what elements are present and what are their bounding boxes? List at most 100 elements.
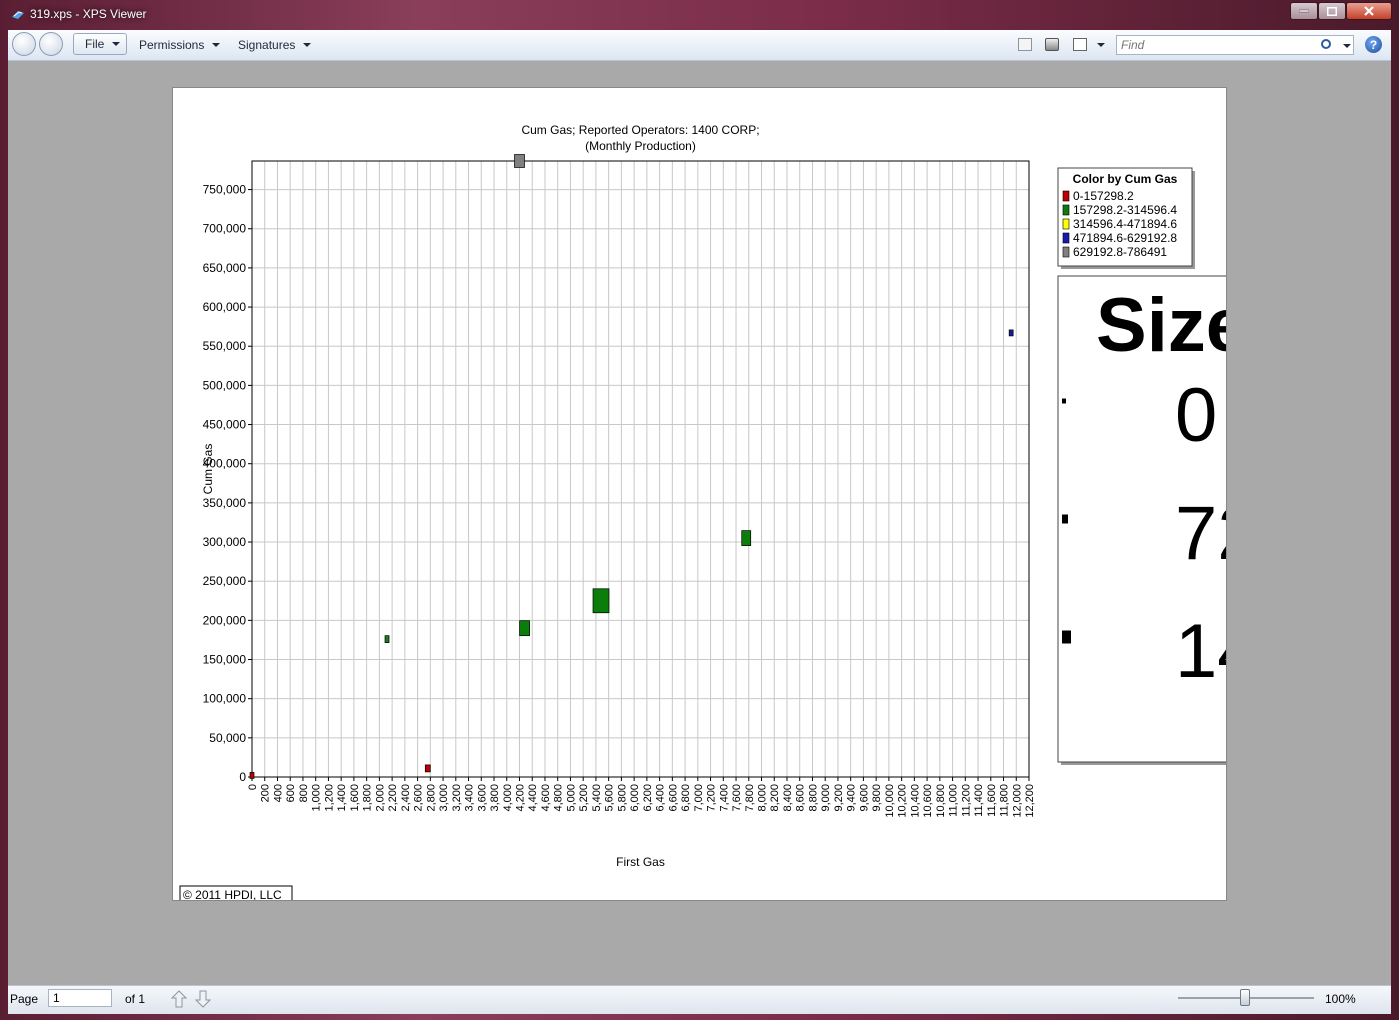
chart-subtitle: (Monthly Production) <box>585 139 696 153</box>
x-tick-label: 0 <box>247 784 259 790</box>
x-tick-label: 10,800 <box>935 784 947 818</box>
legend-item-label: 629192.8-786491 <box>1073 245 1167 259</box>
page-number-input[interactable] <box>48 989 112 1007</box>
chevron-down-icon <box>303 43 312 47</box>
x-tick-label: 3,000 <box>438 784 450 812</box>
x-tick-label: 8,400 <box>782 784 794 812</box>
x-tick-label: 5,600 <box>604 784 616 812</box>
x-tick-label: 9,400 <box>846 784 858 812</box>
document-area[interactable]: Cum Gas; Reported Operators: 1400 CORP; (… <box>8 61 1391 985</box>
maximize-button[interactable] <box>1318 2 1346 20</box>
x-tick-label: 7,800 <box>744 784 756 812</box>
signatures-menu-label: Signatures <box>238 38 296 52</box>
chevron-down-icon[interactable] <box>1097 43 1105 47</box>
zoom-slider-thumb[interactable] <box>1240 989 1250 1006</box>
x-tick-label: 7,400 <box>718 784 730 812</box>
x-tick-label: 6,000 <box>629 784 641 812</box>
x-tick-label: 1,200 <box>323 784 335 812</box>
x-tick-label: 3,200 <box>451 784 463 812</box>
x-tick-label: 7,200 <box>706 784 718 812</box>
size-legend-title: Size <box>1096 283 1227 368</box>
arrow-up-icon[interactable] <box>171 990 187 1008</box>
x-tick-label: 7,600 <box>731 784 743 812</box>
x-tick-label: 5,800 <box>616 784 628 812</box>
y-tick-label: 650,000 <box>203 261 247 275</box>
x-tick-label: 200 <box>260 784 272 802</box>
data-point <box>519 620 530 637</box>
x-tick-label: 6,800 <box>680 784 692 812</box>
y-tick-label: 350,000 <box>203 496 247 510</box>
title-bar[interactable]: 319.xps - XPS Viewer <box>0 0 1399 30</box>
y-tick-label: 0 <box>239 770 246 784</box>
size-legend-marker <box>1062 398 1066 404</box>
x-tick-label: 400 <box>272 784 284 802</box>
legend-swatch <box>1062 232 1070 244</box>
x-tick-label: 8,600 <box>795 784 807 812</box>
x-tick-label: 11,400 <box>973 784 985 817</box>
y-tick-label: 550,000 <box>203 339 247 353</box>
close-button[interactable] <box>1346 2 1392 20</box>
zoom-icon[interactable] <box>1073 38 1087 51</box>
data-point <box>592 588 610 614</box>
help-icon[interactable]: ? <box>1365 36 1382 53</box>
x-tick-label: 4,800 <box>553 784 565 812</box>
x-tick-label: 2,600 <box>413 784 425 812</box>
size-legend-label: 72 <box>1175 491 1227 576</box>
status-bar: Page of 1 100% <box>8 985 1391 1014</box>
x-tick-label: 10,200 <box>897 784 909 818</box>
x-tick-label: 10,400 <box>909 784 921 818</box>
x-tick-label: 9,200 <box>833 784 845 812</box>
legend-item-label: 0-157298.2 <box>1073 189 1134 203</box>
help-label: ? <box>1369 37 1378 52</box>
x-tick-label: 6,400 <box>655 784 667 812</box>
data-point <box>424 764 431 773</box>
x-tick-label: 12,200 <box>1024 784 1036 818</box>
x-tick-label: 1,000 <box>311 784 323 812</box>
toolbar: File Permissions Signatures ? <box>8 30 1391 61</box>
find-input[interactable] <box>1121 38 1311 52</box>
x-tick-label: 8,200 <box>769 784 781 812</box>
size-legend-marker <box>1062 630 1071 644</box>
size-legend-label: 0 <box>1175 373 1217 458</box>
forward-button[interactable] <box>39 32 63 56</box>
minimize-icon <box>1299 9 1309 13</box>
print-icon[interactable] <box>1045 38 1059 51</box>
chevron-down-icon <box>112 42 121 46</box>
search-icon[interactable] <box>1321 39 1331 49</box>
y-tick-label: 500,000 <box>203 378 247 392</box>
signatures-menu[interactable]: Signatures <box>238 36 312 54</box>
x-tick-label: 1,600 <box>349 784 361 812</box>
y-tick-label: 150,000 <box>203 653 247 667</box>
arrow-down-icon[interactable] <box>195 990 211 1008</box>
permissions-menu[interactable]: Permissions <box>139 36 221 54</box>
data-point <box>384 635 390 644</box>
maximize-icon <box>1327 6 1337 16</box>
find-box[interactable] <box>1116 35 1354 55</box>
x-tick-label: 2,800 <box>425 784 437 812</box>
y-tick-label: 250,000 <box>203 574 247 588</box>
document-view-icon[interactable] <box>1018 38 1032 51</box>
x-tick-label: 5,200 <box>578 784 590 812</box>
y-tick-label: 200,000 <box>203 613 247 627</box>
x-tick-label: 11,200 <box>960 784 972 817</box>
x-tick-label: 4,600 <box>540 784 552 812</box>
y-axis-label: Cum Gas <box>201 444 215 495</box>
copyright-text: © 2011 HPDI, LLC <box>183 888 282 901</box>
file-menu[interactable]: File <box>73 33 127 55</box>
x-axis-label: First Gas <box>616 855 665 869</box>
y-tick-label: 100,000 <box>203 692 247 706</box>
minimize-button[interactable] <box>1290 2 1318 20</box>
back-button[interactable] <box>12 32 36 56</box>
legend-item-label: 471894.6-629192.8 <box>1073 231 1177 245</box>
chevron-down-icon[interactable] <box>1343 44 1351 48</box>
chart-title: Cum Gas; Reported Operators: 1400 CORP; <box>521 123 759 137</box>
close-icon <box>1364 6 1374 16</box>
x-tick-label: 7,000 <box>693 784 705 812</box>
x-tick-label: 6,600 <box>667 784 679 812</box>
permissions-menu-label: Permissions <box>139 38 205 52</box>
chevron-down-icon <box>212 43 221 47</box>
x-tick-label: 1,800 <box>362 784 374 812</box>
data-point <box>249 772 255 779</box>
size-legend-marker <box>1062 514 1068 524</box>
plot-area-border <box>251 160 1030 778</box>
